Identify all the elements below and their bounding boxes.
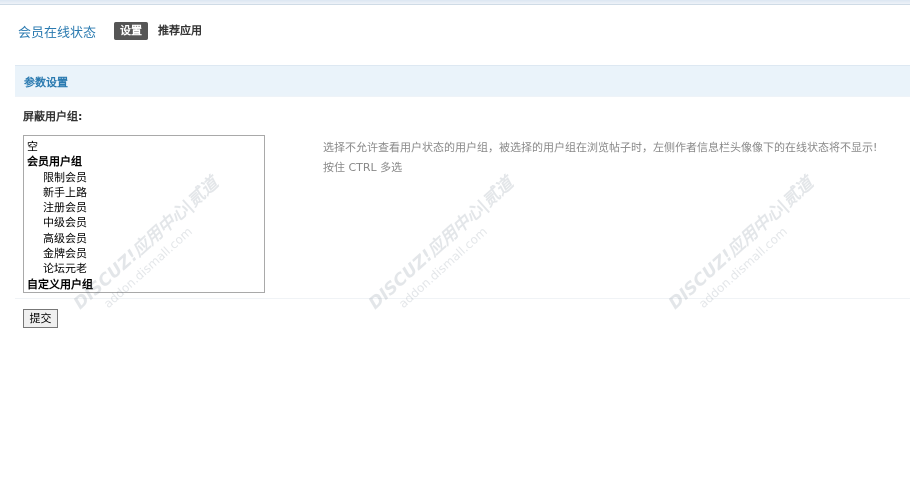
field-hint: 选择不允许查看用户状态的用户组，被选择的用户组在浏览帖子时，左侧作者信息栏头像像… (323, 138, 908, 178)
user-group-multiselect[interactable]: 空 会员用户组 限制会员 新手上路 注册会员 中级会员 高级会员 金牌会员 论坛… (23, 135, 265, 293)
section-header: 参数设置 (15, 65, 910, 97)
plugin-header: 会员在线状态 设置 推荐应用 (18, 20, 212, 42)
section-title: 参数设置 (24, 76, 68, 89)
plugin-title: 会员在线状态 (18, 25, 97, 41)
option-gold-member[interactable]: 金牌会员 (27, 246, 261, 261)
option-empty[interactable]: 空 (27, 139, 261, 154)
option-newbie[interactable]: 新手上路 (27, 185, 261, 200)
hint-text: 选择不允许查看用户状态的用户组，被选择的用户组在浏览帖子时，左侧作者信息栏头像像… (323, 141, 878, 154)
tab-settings[interactable]: 设置 (114, 22, 149, 40)
option-forum-veteran[interactable]: 论坛元老 (27, 261, 261, 276)
tab-recommended-apps[interactable]: 推荐应用 (152, 22, 208, 40)
option-senior-member[interactable]: 高级会员 (27, 231, 261, 246)
field-label-blocked-groups: 屏蔽用户组: (23, 110, 83, 123)
optgroup-member-groups: 会员用户组 (27, 155, 82, 169)
option-registered-member[interactable]: 注册会员 (27, 200, 261, 215)
top-border (0, 0, 910, 5)
option-restricted-member[interactable]: 限制会员 (27, 170, 261, 185)
hint-ctrl-multiselect: 按住 CTRL 多选 (323, 161, 403, 174)
submit-button[interactable]: 提交 (23, 309, 58, 328)
svg-text:DISCUZ!应用中心|贰道: DISCUZ!应用中心|贰道 (665, 172, 820, 314)
divider (15, 298, 910, 299)
optgroup-custom-groups: 自定义用户组 (27, 277, 93, 291)
svg-text:DISCUZ!应用中心|贰道: DISCUZ!应用中心|贰道 (365, 172, 520, 314)
option-intermediate-member[interactable]: 中级会员 (27, 215, 261, 230)
